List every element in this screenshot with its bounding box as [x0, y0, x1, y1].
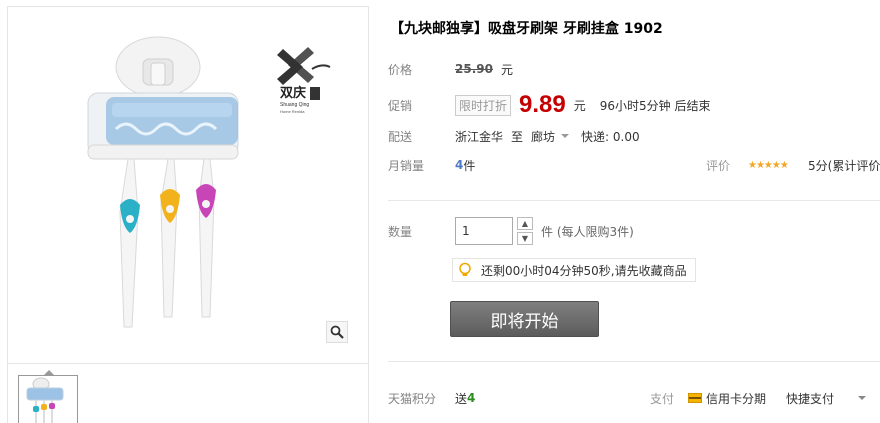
- coming-soon-button[interactable]: 即将开始: [450, 301, 599, 337]
- rating-stars: ★★★★★: [748, 159, 789, 171]
- sales-count-unit: 件: [463, 158, 476, 173]
- original-price: 25.90: [455, 62, 493, 76]
- promotion-unit: 元: [573, 98, 586, 113]
- promotion-countdown: 96小时5分钟 后结束: [599, 98, 711, 113]
- chevron-down-icon[interactable]: [561, 134, 570, 138]
- delivery-to-label: 至: [511, 129, 524, 144]
- quantity-label: 数量: [388, 224, 413, 239]
- sales-label: 月销量: [388, 158, 425, 173]
- sales-row: 月销量 4 件 评价 ★★★★★ 5分(累计评价: [388, 155, 880, 175]
- product-gallery: 双庆 Shuang Qing Home Renida: [7, 6, 369, 423]
- delivery-label: 配送: [388, 129, 413, 144]
- main-product-image[interactable]: 双庆 Shuang Qing Home Renida: [8, 7, 368, 364]
- divider: [388, 361, 880, 362]
- price-unit: 元: [500, 62, 513, 77]
- quantity-row: 数量 ▲ ▼ 件 (每人限购3件): [388, 216, 634, 246]
- delivery-from: 浙江金华: [455, 129, 504, 144]
- promotion-label: 促销: [388, 98, 413, 113]
- bulb-icon: [459, 262, 471, 276]
- points-label: 天猫积分: [388, 391, 437, 406]
- divider: [388, 200, 880, 201]
- brand-logo-tag: Home Renida: [280, 109, 305, 114]
- countdown-tip-text: 还剩00小时04分钟50秒,请先收藏商品: [481, 263, 687, 278]
- brand-logo-sub: Shuang Qing: [280, 102, 309, 108]
- points-row: 天猫积分 送 4 支付 信用卡分期 快捷支付: [388, 388, 880, 408]
- price-label: 价格: [388, 62, 413, 77]
- price-row: 价格 25.90 元: [388, 59, 513, 79]
- promotion-row: 促销 限时打折 9.89 元 96小时5分钟 后结束: [388, 91, 711, 118]
- payment-label: 支付: [650, 391, 675, 406]
- promotion-tag: 限时打折: [455, 94, 512, 116]
- points-value: 4: [467, 391, 476, 405]
- quantity-increase-button[interactable]: ▲: [517, 217, 533, 230]
- rating-label: 评价: [706, 158, 731, 173]
- chevron-down-icon[interactable]: [858, 396, 866, 400]
- quantity-note: 件 (每人限购3件): [541, 224, 634, 239]
- quantity-decrease-button[interactable]: ▼: [517, 232, 533, 245]
- product-detail: 【九块邮独享】吸盘牙刷架 牙刷挂盒 1902 价格 25.90 元 促销 限时打…: [386, 0, 880, 423]
- credit-card-icon: [688, 393, 702, 403]
- countdown-tip: 还剩00小时04分钟50秒,请先收藏商品: [452, 258, 696, 282]
- promotion-price: 9.89: [519, 91, 566, 118]
- toothbrush-holder-image: 双庆 Shuang Qing Home Renida: [87, 36, 331, 328]
- delivery-row: 配送 浙江金华 至 廊坊 快递: 0.00: [388, 126, 640, 146]
- payment-quick-link[interactable]: 快捷支付: [786, 390, 834, 407]
- sales-count: 4: [455, 158, 464, 172]
- points-prefix: 送: [455, 391, 468, 406]
- zoom-icon[interactable]: [326, 321, 348, 343]
- brand-logo-text: 双庆: [280, 85, 306, 100]
- payment-installment-link[interactable]: 信用卡分期: [706, 390, 766, 407]
- delivery-fee: 快递: 0.00: [581, 129, 640, 144]
- delivery-destination-select[interactable]: 廊坊: [531, 128, 555, 145]
- quantity-stepper: ▲ ▼: [517, 217, 533, 245]
- quantity-input[interactable]: [455, 217, 513, 245]
- thumbnail-1[interactable]: [18, 375, 78, 423]
- product-title: 【九块邮独享】吸盘牙刷架 牙刷挂盒 1902: [390, 21, 663, 37]
- brand-logo: [277, 47, 331, 85]
- rating-link[interactable]: 5分(累计评价: [808, 157, 880, 174]
